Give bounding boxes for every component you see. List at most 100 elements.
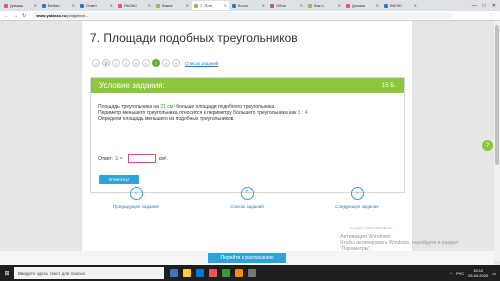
pager-item[interactable]: 9 (172, 59, 180, 67)
tab-close-icon[interactable]: ✕ (186, 3, 189, 8)
task-pager: 1 2 3 4 5 6 7 8 9 Список заданий (92, 59, 218, 67)
tab-label: Ответ (86, 3, 97, 8)
pager-item[interactable]: 4 (122, 59, 130, 67)
tab-close-icon[interactable]: ✕ (300, 3, 303, 8)
tab-favicon-icon (270, 3, 274, 8)
scrollbar-thumb[interactable] (495, 25, 499, 165)
browser-tab-bar: Домаш ✕ Вебин ✕ Ответ ✕ ЯКЛАС ✕ Какие ✕ 7. Пло ✕ Кон… (0, 0, 500, 11)
next-task-label[interactable]: Следующее задание (335, 204, 379, 209)
browser-tab[interactable]: 7. Пло ✕ (192, 1, 229, 10)
minimize-icon[interactable]: — (472, 3, 477, 9)
pager-item[interactable]: 7 (152, 59, 160, 67)
taskbar-app-icon[interactable] (235, 269, 243, 277)
forward-icon[interactable]: → (13, 13, 18, 19)
schedule-button[interactable]: Перейти к расписанию (208, 253, 286, 263)
tray-up-icon[interactable]: ^ (450, 271, 452, 276)
chevron-right-icon[interactable]: › (350, 187, 364, 200)
prev-task-label[interactable]: Предыдущее задание (113, 204, 159, 209)
answer-input[interactable] (127, 154, 156, 163)
close-window-icon[interactable]: ✕ (492, 3, 496, 9)
browser-tab[interactable]: Домаш ✕ (2, 1, 39, 10)
task-list-nav-label[interactable]: Список заданий (230, 204, 263, 209)
tab-close-icon[interactable]: ✕ (376, 3, 379, 8)
language-indicator[interactable]: РУС (456, 271, 464, 276)
windows-taskbar: ⊞ Введите здесь текст для поиска ^ РУС 1… (0, 265, 500, 281)
tab-close-icon[interactable]: ✕ (34, 3, 37, 8)
tab-favicon-icon (156, 3, 160, 8)
browser-tab[interactable]: Ответ ✕ (78, 1, 115, 10)
watermark-line-2: "Параметры". (340, 246, 372, 252)
task-points: 15 Б. (382, 82, 396, 89)
pager-item[interactable]: 8 (162, 59, 170, 67)
tab-favicon-icon (4, 3, 8, 8)
task-card: Условие задания: 15 Б. Площадь треугольн… (90, 77, 405, 193)
pager-item[interactable]: 2 (102, 59, 110, 67)
tab-label: ВКЛЮ (390, 3, 402, 8)
task-text: Площадь треугольника на 21 см² больше пл… (91, 93, 404, 122)
taskbar-app-icon[interactable] (196, 269, 204, 277)
help-icon[interactable]: ? (482, 140, 493, 151)
browser-tab[interactable]: Вебин ✕ (40, 1, 77, 10)
back-icon[interactable]: ← (4, 13, 9, 19)
taskbar-app-icon[interactable] (183, 269, 191, 277)
tab-close-icon[interactable]: ✕ (110, 3, 113, 8)
answer-label: Ответ: (98, 155, 114, 162)
task-header: Условие задания: 15 Б. (91, 78, 404, 93)
tab-label: Как п (314, 3, 324, 8)
url-field[interactable]: www.yaklass.ru /p/algebra/... (32, 12, 453, 19)
tab-close-icon[interactable]: ✕ (148, 3, 151, 8)
tab-close-icon[interactable]: ✕ (224, 3, 227, 8)
tab-label: Какие (162, 3, 173, 8)
answer-symbol: S = (115, 155, 123, 162)
browser-tab[interactable]: Домаш ✕ (344, 1, 381, 10)
pager-item[interactable]: 5 (132, 59, 140, 67)
browser-tab[interactable]: ВКЛЮ ✕ (382, 1, 419, 10)
taskbar-app-icon[interactable] (248, 269, 256, 277)
pager-item[interactable]: 6 (142, 59, 150, 67)
chevron-up-icon[interactable]: ^ (240, 187, 254, 200)
chevron-left-icon[interactable]: ‹ (129, 187, 143, 200)
clock[interactable]: 15:12 03.04.2020 (468, 268, 488, 278)
reload-icon[interactable]: ↻ (22, 13, 26, 19)
next-task-nav[interactable]: › Следующее задание (317, 187, 397, 209)
url-path: /p/algebra/... (66, 13, 89, 18)
clock-date: 03.04.2020 (468, 273, 489, 278)
taskbar-app-icon[interactable] (209, 269, 217, 277)
tab-label: Домаш (10, 3, 24, 8)
tab-close-icon[interactable]: ✕ (262, 3, 265, 8)
taskbar-search-input[interactable]: Введите здесь текст для поиска (14, 267, 164, 279)
maximize-icon[interactable]: □ (483, 3, 486, 9)
page-title: 7. Площади подобных треугольников (90, 31, 298, 45)
page-content: 7. Площади подобных треугольников 123456… (82, 21, 412, 261)
browser-tab[interactable]: Какие ✕ (154, 1, 191, 10)
pager-item[interactable]: 1 (92, 59, 100, 67)
browser-menu-icon[interactable]: ⋮ (489, 13, 494, 19)
prev-task-nav[interactable]: ‹ Предыдущее задание (96, 187, 176, 209)
address-bar: ← → ↻ www.yaklass.ru /p/algebra/... ⋮ (0, 11, 500, 21)
taskbar-apps (164, 269, 256, 277)
task-list-nav[interactable]: ^ Список заданий (207, 187, 287, 209)
browser-tab[interactable]: Конст ✕ (230, 1, 267, 10)
notifications-icon[interactable]: ▭ (492, 271, 496, 276)
windows-start-icon[interactable]: ⊞ (0, 265, 14, 281)
system-tray: ^ РУС 15:12 03.04.2020 ▭ (450, 268, 500, 278)
browser-nav-buttons: ← → ↻ (0, 13, 26, 19)
copyright: Copyright © 2011–2020 ЯКласс (350, 226, 393, 230)
tab-close-icon[interactable]: ✕ (72, 3, 75, 8)
tab-favicon-icon (118, 3, 122, 8)
task-list-link[interactable]: Список заданий (185, 61, 218, 66)
task-line-3: Определи площадь меньшего из подобных тр… (98, 116, 235, 122)
browser-tab[interactable]: Обла ✕ (268, 1, 305, 10)
submit-button[interactable]: Ответить! (99, 175, 139, 184)
page-scrollbar[interactable] (494, 21, 500, 261)
tab-close-icon[interactable]: ✕ (414, 3, 417, 8)
tab-close-icon[interactable]: ✕ (338, 3, 341, 8)
tab-label: ЯКЛАС (124, 3, 138, 8)
taskbar-app-icon[interactable] (170, 269, 178, 277)
browser-tab[interactable]: ЯКЛАС ✕ (116, 1, 153, 10)
taskbar-app-icon[interactable] (222, 269, 230, 277)
pager-item[interactable]: 3 (112, 59, 120, 67)
browser-tab[interactable]: Как п ✕ (306, 1, 343, 10)
tab-favicon-icon (42, 3, 46, 8)
tab-label: Вебин (48, 3, 60, 8)
